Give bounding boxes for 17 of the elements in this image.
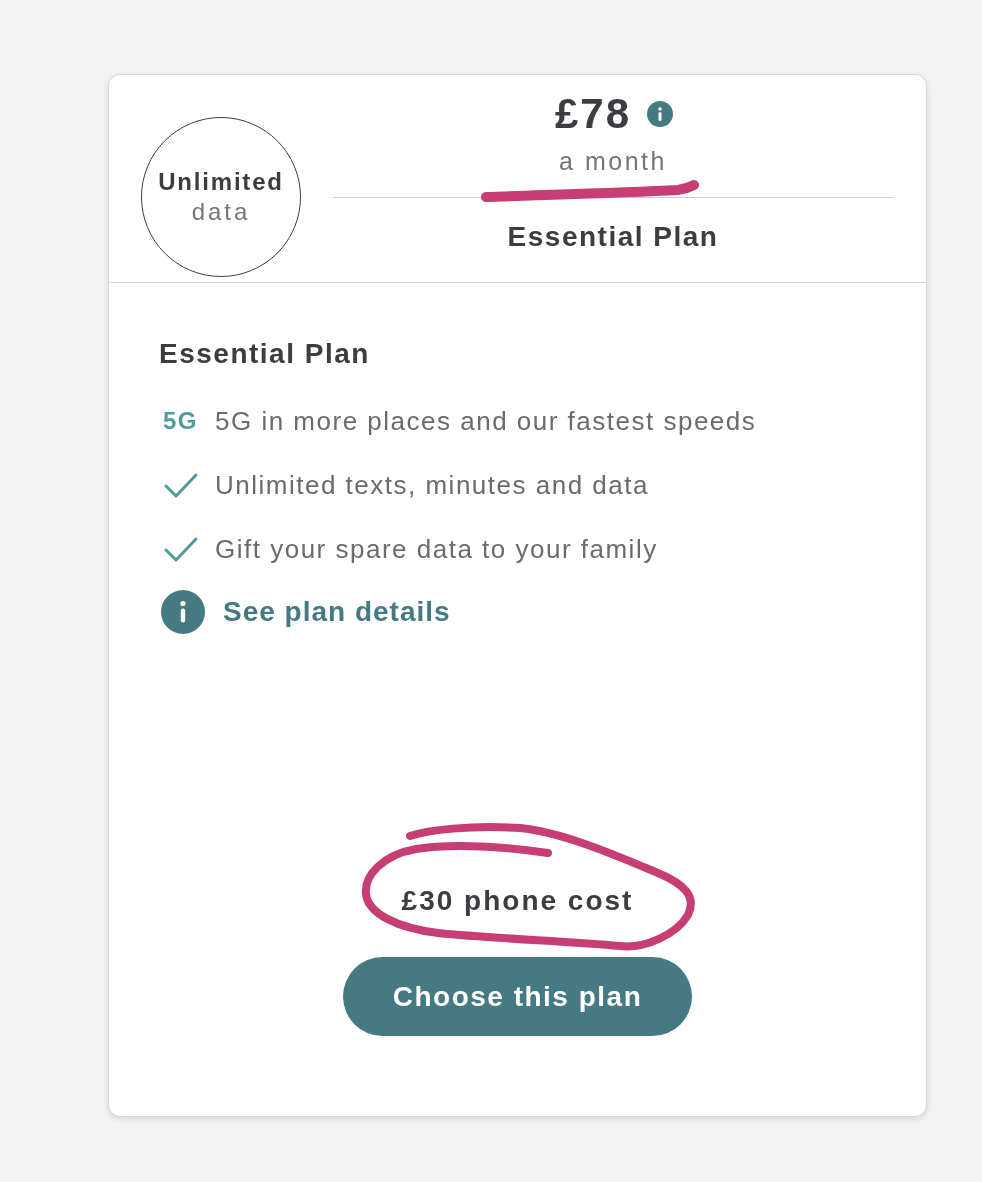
phone-cost: £30 phone cost [401, 885, 634, 917]
choose-plan-button[interactable]: Choose this plan [343, 957, 692, 1036]
data-unit: data [191, 197, 251, 227]
price-period: a month [559, 147, 667, 175]
feature-text: Unlimited texts, minutes and data [215, 469, 649, 501]
info-icon[interactable] [647, 101, 674, 127]
network-label: 5G [163, 406, 198, 436]
info-icon [161, 590, 205, 634]
price: £78 [554, 90, 632, 138]
feature-text: 5G in more places and our fastest speeds [215, 405, 757, 437]
data-amount: Unlimited [158, 167, 284, 197]
plan-title: Essential Plan [159, 338, 370, 370]
plan-name: Essential Plan [507, 221, 719, 253]
plan-details-link[interactable]: See plan details [159, 581, 451, 643]
feature-text: Gift your spare data to your family [215, 533, 658, 565]
check-icon [163, 535, 199, 563]
check-icon [163, 471, 199, 499]
